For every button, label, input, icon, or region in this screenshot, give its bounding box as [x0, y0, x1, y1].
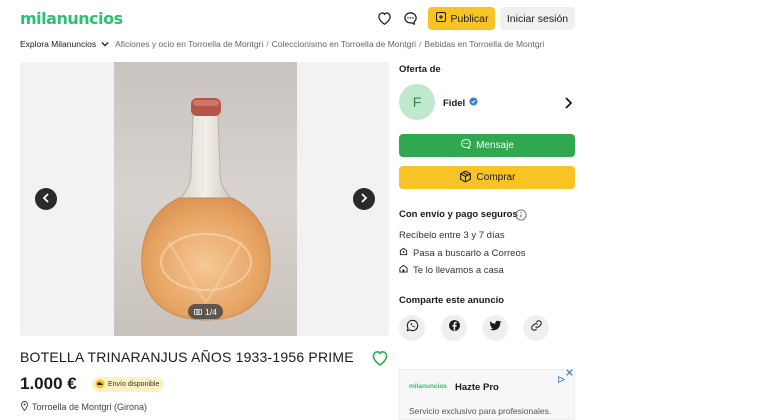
image-gallery[interactable]: 1/4 — [20, 62, 389, 336]
link-icon — [530, 319, 543, 337]
breadcrumb-item[interactable]: Bebidas en Torroella de Montgri — [424, 39, 544, 49]
adchoices-icon[interactable] — [558, 370, 566, 383]
photo-counter: 1/4 — [188, 304, 223, 319]
chat-bubble-icon — [460, 138, 472, 153]
publish-button[interactable]: Publicar — [428, 7, 495, 30]
share-whatsapp-button[interactable] — [399, 315, 425, 341]
delivery-time-text: Recíbelo entre 3 y 7 días — [399, 230, 505, 241]
package-icon — [459, 169, 472, 186]
secure-shipping-heading: Con envío y pago seguros — [399, 209, 518, 220]
buy-label: Comprar — [476, 172, 516, 183]
share-link-button[interactable] — [523, 315, 549, 341]
breadcrumb-item[interactable]: Aficiones y ocio en Torroella de Montgri — [115, 39, 263, 49]
camera-icon — [194, 307, 202, 317]
ad-close-icon[interactable] — [566, 369, 573, 378]
ad-text: Servicio exclusivo para profesionales. — [409, 406, 552, 416]
pro-ad-banner[interactable]: milanuncios Hazte Pro Servicio exclusivo… — [399, 369, 575, 420]
listing-location: Torroella de Montgri (Girona) — [20, 401, 147, 413]
twitter-bird-icon — [489, 319, 502, 337]
ad-title: Hazte Pro — [455, 382, 499, 393]
home-delivery-text: Te lo llevamos a casa — [413, 264, 504, 276]
chevron-down-icon[interactable] — [101, 41, 109, 47]
location-pin-icon — [20, 401, 29, 413]
photo-counter-text: 1/4 — [205, 306, 217, 317]
home-delivery-icon — [399, 264, 408, 276]
explore-menu-link[interactable]: Explora Milanuncios — [20, 39, 96, 49]
seller-avatar[interactable]: F — [399, 84, 435, 120]
milanuncios-logo[interactable]: milanuncios — [20, 9, 123, 28]
post-office-icon — [399, 247, 408, 259]
shipping-badge-label: Envío disponible — [108, 381, 160, 388]
breadcrumb-separator: / — [419, 39, 422, 49]
favorite-heart-icon[interactable] — [371, 350, 389, 366]
breadcrumb-separator: / — [266, 39, 269, 49]
breadcrumb-item[interactable]: Coleccionismo en Torroella de Montgri — [272, 39, 416, 49]
share-heading: Comparte este anuncio — [399, 295, 505, 306]
pickup-text: Pasa a buscarlo a Correos — [413, 247, 526, 259]
gallery-next-button[interactable] — [353, 188, 375, 210]
delivery-time: Recíbelo entre 3 y 7 días — [399, 230, 505, 241]
favorites-heart-icon[interactable] — [375, 9, 393, 27]
chevron-right-icon[interactable] — [564, 96, 574, 109]
breadcrumb: Explora Milanuncios Aficiones y ocio en … — [20, 38, 544, 50]
message-label: Mensaje — [476, 140, 514, 151]
gallery-prev-button[interactable] — [35, 188, 57, 210]
plus-square-icon — [435, 11, 447, 26]
message-button[interactable]: Mensaje — [399, 134, 575, 157]
listing-title: BOTELLA TRINARANJUS AÑOS 1933-1956 PRIME — [20, 349, 354, 365]
chat-bubble-icon[interactable] — [401, 9, 419, 27]
publish-label: Publicar — [450, 12, 489, 25]
seller-name: Fidel — [443, 97, 466, 109]
chevron-right-icon — [360, 190, 368, 208]
shipping-option-home: Te lo llevamos a casa — [399, 264, 504, 276]
bottle-image — [141, 98, 271, 321]
shipping-option-pickup: Pasa a buscarlo a Correos — [399, 247, 525, 259]
share-facebook-button[interactable] — [441, 315, 467, 341]
login-button[interactable]: Iniciar sesión — [500, 7, 575, 30]
offer-from-label: Oferta de — [399, 64, 441, 75]
product-photo[interactable] — [114, 62, 297, 336]
shipping-badge: Envío disponible — [92, 377, 165, 392]
listing-price: 1.000 € — [20, 374, 77, 393]
whatsapp-icon — [406, 319, 419, 337]
chevron-left-icon — [42, 190, 50, 208]
share-twitter-button[interactable] — [482, 315, 508, 341]
facebook-icon — [448, 319, 461, 337]
truck-icon — [95, 379, 105, 391]
ad-logo: milanuncios — [409, 383, 447, 390]
verified-badge-icon — [469, 97, 478, 109]
info-icon[interactable] — [515, 208, 527, 221]
location-text: Torroella de Montgri (Girona) — [32, 402, 148, 412]
seller-name-link[interactable]: Fidel — [443, 97, 478, 109]
buy-button[interactable]: Comprar — [399, 166, 575, 189]
